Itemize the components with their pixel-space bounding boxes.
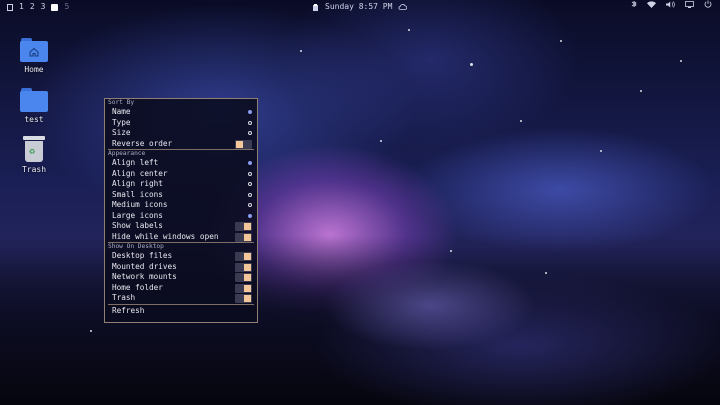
weather-cloud-icon bbox=[398, 4, 408, 10]
radio-unselected-icon bbox=[248, 131, 252, 135]
display-icon[interactable] bbox=[685, 0, 694, 8]
folder-icon bbox=[20, 88, 48, 112]
desktop-context-menu: Sort By Name Type Size Reverse order App… bbox=[104, 98, 258, 323]
toggle-on-icon bbox=[235, 294, 252, 303]
radio-selected-icon bbox=[248, 110, 252, 114]
section-header-sort-by: Sort By bbox=[108, 99, 135, 106]
desktop-icon-label: Home bbox=[24, 65, 44, 74]
desktop-icon-trash[interactable]: ♻ Trash bbox=[14, 136, 54, 174]
clipboard-icon bbox=[313, 3, 318, 11]
workspace-switcher: 1 2 3 5 bbox=[7, 0, 69, 14]
bluetooth-icon[interactable] bbox=[631, 0, 637, 8]
menu-item-label: Network mounts bbox=[112, 272, 177, 281]
toggle-off-icon bbox=[235, 139, 252, 149]
menu-item-refresh[interactable]: Refresh bbox=[105, 306, 257, 317]
menu-item-reverse-order[interactable]: Reverse order bbox=[105, 139, 257, 150]
menu-item-large-icons[interactable]: Large icons bbox=[105, 211, 257, 222]
menu-item-network-mounts[interactable]: Network mounts bbox=[105, 272, 257, 283]
menu-item-small-icons[interactable]: Small icons bbox=[105, 190, 257, 201]
radio-unselected-icon bbox=[248, 182, 252, 186]
menu-item-sort-size[interactable]: Size bbox=[105, 128, 257, 139]
menu-item-label: Show labels bbox=[112, 221, 163, 230]
menu-item-label: Type bbox=[112, 117, 131, 127]
toggle-on-icon bbox=[235, 222, 252, 231]
radio-selected-icon bbox=[248, 161, 252, 165]
menu-item-align-center[interactable]: Align center bbox=[105, 169, 257, 180]
menu-item-label: Small icons bbox=[112, 189, 163, 199]
menu-item-home-folder[interactable]: Home folder bbox=[105, 283, 257, 294]
desktop-icon-test[interactable]: test bbox=[14, 88, 54, 124]
menu-item-label: Trash bbox=[112, 293, 136, 302]
top-bar: 1 2 3 5 Sunday 8:57 PM bbox=[0, 0, 720, 14]
menu-item-show-labels[interactable]: Show labels bbox=[105, 221, 257, 232]
toggle-on-icon bbox=[235, 273, 252, 282]
menu-item-label: Align center bbox=[112, 168, 168, 178]
menu-item-sort-type[interactable]: Type bbox=[105, 118, 257, 129]
wifi-icon[interactable] bbox=[647, 0, 656, 8]
menu-item-trash[interactable]: Trash bbox=[105, 293, 257, 304]
menu-item-label: Medium icons bbox=[112, 200, 168, 209]
menu-item-align-left[interactable]: Align left bbox=[105, 158, 257, 169]
menu-item-label: Desktop files bbox=[112, 251, 173, 260]
menu-item-label: Home folder bbox=[112, 282, 163, 292]
trash-icon: ♻ bbox=[23, 136, 45, 162]
workspace-2[interactable]: 2 bbox=[30, 0, 35, 14]
menu-item-mounted-drives[interactable]: Mounted drives bbox=[105, 262, 257, 273]
desktop-icon-label: Trash bbox=[21, 165, 47, 174]
menu-item-label: Align left bbox=[112, 158, 159, 167]
menu-item-label: Name bbox=[112, 107, 131, 116]
section-header-show-on-desktop: Show On Desktop bbox=[108, 243, 164, 250]
toggle-on-icon bbox=[235, 252, 252, 261]
radio-unselected-icon bbox=[248, 171, 252, 176]
workspace-square-icon[interactable] bbox=[7, 3, 13, 11]
radio-unselected-icon bbox=[248, 203, 252, 207]
clock-text: Sunday 8:57 PM bbox=[325, 2, 393, 11]
radio-selected-icon bbox=[248, 213, 252, 218]
toggle-on-icon bbox=[235, 232, 252, 242]
clock-area[interactable]: Sunday 8:57 PM bbox=[312, 0, 408, 14]
menu-item-label: Mounted drives bbox=[112, 261, 177, 271]
radio-unselected-icon bbox=[248, 120, 252, 125]
desktop-icon-home[interactable]: Home bbox=[14, 38, 54, 74]
menu-separator bbox=[108, 303, 254, 305]
workspace-4-active[interactable] bbox=[51, 3, 59, 11]
menu-item-align-right[interactable]: Align right bbox=[105, 179, 257, 190]
menu-item-label: Reverse order bbox=[112, 138, 173, 148]
radio-unselected-icon bbox=[248, 192, 252, 197]
menu-item-label: Size bbox=[112, 128, 131, 137]
home-folder-icon bbox=[20, 38, 48, 62]
menu-item-label: Large icons bbox=[112, 210, 163, 220]
workspace-5[interactable]: 5 bbox=[64, 0, 69, 14]
menu-item-sort-name[interactable]: Name bbox=[105, 107, 257, 118]
menu-item-label: Align right bbox=[112, 179, 163, 188]
toggle-on-icon bbox=[235, 262, 252, 272]
section-header-appearance: Appearance bbox=[108, 150, 146, 157]
workspace-3[interactable]: 3 bbox=[41, 0, 46, 14]
menu-item-label: Hide while windows open bbox=[112, 231, 219, 241]
power-icon[interactable] bbox=[704, 0, 712, 8]
volume-icon[interactable] bbox=[666, 0, 675, 8]
menu-item-desktop-files[interactable]: Desktop files bbox=[105, 251, 257, 262]
toggle-on-icon bbox=[235, 283, 252, 293]
desktop-icon-label: test bbox=[24, 115, 44, 124]
workspace-1[interactable]: 1 bbox=[19, 0, 24, 14]
menu-item-hide-while-windows-open[interactable]: Hide while windows open bbox=[105, 232, 257, 243]
menu-item-medium-icons[interactable]: Medium icons bbox=[105, 200, 257, 211]
system-tray bbox=[631, 0, 712, 8]
